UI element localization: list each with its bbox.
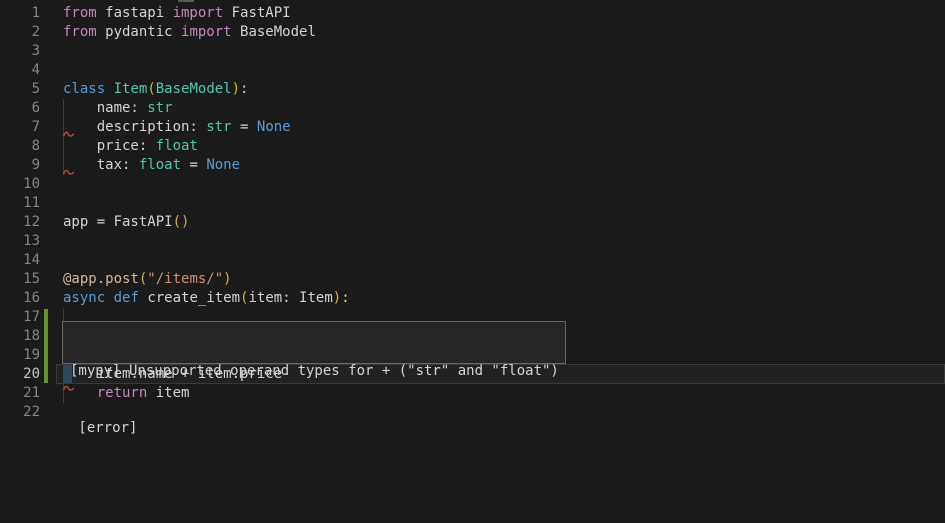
code-line[interactable]: 5class Item(BaseModel): (0, 80, 945, 99)
code-text: app = FastAPI() (40, 214, 189, 230)
line-number[interactable]: 11 (0, 194, 40, 213)
code-line[interactable]: 7 description: str = None (0, 118, 945, 137)
code-text (40, 62, 63, 78)
line-number[interactable]: 14 (0, 251, 40, 270)
code-text: from pydantic import BaseModel (40, 24, 316, 40)
code-line[interactable]: 6 name: str (0, 99, 945, 118)
tab-indicator-remnant (178, 0, 194, 2)
code-text (40, 176, 63, 192)
code-text: price: float (40, 138, 198, 154)
line-number[interactable]: 7 (0, 118, 40, 137)
code-line[interactable]: 11 (0, 194, 945, 213)
line-number[interactable]: 13 (0, 232, 40, 251)
code-text: name: str (40, 100, 173, 116)
code-line[interactable]: 8 price: float (0, 137, 945, 156)
line-number[interactable]: 1 (0, 4, 40, 23)
line-number[interactable]: 3 (0, 42, 40, 61)
code-text (40, 43, 63, 59)
code-line[interactable]: 15@app.post("/items/") (0, 270, 945, 289)
code-text (40, 252, 63, 268)
line-number[interactable]: 15 (0, 270, 40, 289)
code-text (40, 233, 63, 249)
line-number[interactable]: 2 (0, 23, 40, 42)
code-text: class Item(BaseModel): (40, 81, 248, 97)
code-line[interactable]: 4 (0, 61, 945, 80)
code-text (40, 195, 63, 211)
diagnostic-tooltip: [mypy] Unsupported operand types for + (… (62, 321, 566, 364)
code-line[interactable]: 14 (0, 251, 945, 270)
code-text: async def create_item(item: Item): (40, 290, 350, 306)
code-line[interactable]: 3 (0, 42, 945, 61)
line-number[interactable]: 6 (0, 99, 40, 118)
diagnostic-message: [mypy] Unsupported operand types for + (… (70, 362, 565, 381)
line-number[interactable]: 16 (0, 289, 40, 308)
line-number[interactable]: 17 (0, 308, 40, 327)
line-number[interactable]: 19 (0, 346, 40, 365)
code-line[interactable]: 13 (0, 232, 945, 251)
code-line[interactable]: 12app = FastAPI() (0, 213, 945, 232)
code-text: @app.post("/items/") (40, 271, 232, 287)
diagnostic-severity: [error] (70, 419, 565, 438)
code-line[interactable]: 9 tax: float = None (0, 156, 945, 175)
error-squiggle-icon (63, 168, 75, 176)
code-text: description: str = None (40, 119, 291, 135)
line-number[interactable]: 22 (0, 403, 40, 422)
code-line[interactable]: 16async def create_item(item: Item): (0, 289, 945, 308)
git-added-bar (44, 309, 48, 383)
line-number[interactable]: 4 (0, 61, 40, 80)
line-number[interactable]: 8 (0, 137, 40, 156)
error-squiggle-icon (63, 130, 75, 138)
line-number[interactable]: 12 (0, 213, 40, 232)
line-number[interactable]: 18 (0, 327, 40, 346)
code-line[interactable]: 2from pydantic import BaseModel (0, 23, 945, 42)
line-number[interactable]: 20 (0, 365, 40, 384)
code-text: from fastapi import FastAPI (40, 5, 291, 21)
code-line[interactable]: 1from fastapi import FastAPI (0, 4, 945, 23)
line-number[interactable]: 9 (0, 156, 40, 175)
line-number[interactable]: 5 (0, 80, 40, 99)
line-number[interactable]: 10 (0, 175, 40, 194)
line-number[interactable]: 21 (0, 384, 40, 403)
code-line[interactable]: 10 (0, 175, 945, 194)
code-text (40, 404, 63, 420)
code-editor[interactable]: 1from fastapi import FastAPI2from pydant… (0, 0, 945, 523)
